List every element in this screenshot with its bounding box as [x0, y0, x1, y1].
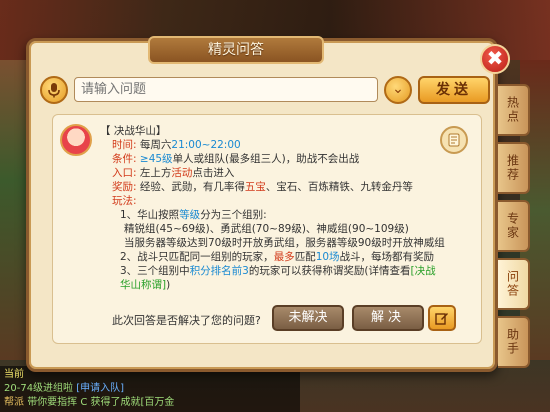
edit-feedback-button[interactable]: [428, 305, 456, 331]
chat-text: 带你要指挥 C 获得了成就[百万金: [27, 397, 175, 408]
dialog-title: 精灵问答: [148, 36, 324, 64]
close-button[interactable]: ✖: [480, 44, 510, 74]
answer-text: 【 决战华山】 时间: 每周六21:00~22:00 条件: ≥45级单人或组队…: [100, 124, 445, 292]
tab-expert[interactable]: 专家: [498, 200, 530, 252]
answer-groups: 精锐组(45~69级)、勇武组(70~89级)、神威组(90~109级): [124, 223, 409, 235]
tab-recommend[interactable]: 推荐: [498, 142, 530, 194]
document-button[interactable]: [440, 126, 468, 154]
chevron-down-icon: ⌄: [392, 81, 404, 97]
answer-rule-2: 2、战斗只匹配同一组别的玩家，最多匹配10场战斗，每场都有奖励: [120, 251, 435, 263]
answer-condition: 条件: ≥45级单人或组队(最多组三人)，助战不会出战: [112, 153, 360, 165]
chat-guild-tag: 帮派: [4, 397, 24, 408]
side-tab-bar: 热点 推荐 专家 问答 助手: [498, 84, 532, 374]
question-input[interactable]: [74, 77, 378, 102]
spirit-avatar: [60, 124, 92, 156]
answer-time: 时间: 每周六21:00~22:00: [112, 139, 241, 151]
answer-heading: 【 决战华山】: [100, 125, 167, 137]
answer-rule-1: 1、华山按照等级分为三个组别:: [120, 209, 267, 221]
chat-log[interactable]: 当前 20-74级进组啦 [申请入队] 帮派 带你要指挥 C 获得了成就[百万金: [0, 366, 300, 412]
answer-reward: 奖励: 经验、武勋，有几率得五宝、宝石、百炼精铁、九转金丹等: [112, 181, 413, 193]
feedback-question: 此次回答是否解决了您的问题?: [112, 314, 261, 327]
answer-gameplay-label: 玩法:: [112, 195, 137, 207]
close-icon: ✖: [486, 46, 504, 70]
chat-line: 20-74级进组啦 [申请入队]: [4, 382, 296, 396]
solved-button[interactable]: 解决: [352, 305, 424, 331]
chat-text: 20-74级进组啦: [4, 383, 74, 394]
tab-hot[interactable]: 热点: [498, 84, 530, 136]
answer-rule-3: 3、三个组别中积分排名前3的玩家可以获得称谓奖励(详情查看[决战华山称谓]): [120, 265, 436, 291]
send-button[interactable]: 发送: [418, 76, 490, 104]
history-dropdown-button[interactable]: ⌄: [384, 76, 412, 104]
tab-qa[interactable]: 问答: [498, 258, 530, 310]
chat-line: 帮派 带你要指挥 C 获得了成就[百万金: [4, 396, 296, 410]
answer-group-note: 当服务器等级达到70级时开放勇武组，服务器等级90级时开放神威组: [124, 237, 445, 249]
pencil-icon: [435, 313, 448, 325]
scroll-icon: [448, 133, 460, 147]
answer-entry: 入口: 左上方活动点击进入: [112, 167, 235, 179]
voice-input-button[interactable]: [40, 76, 68, 104]
chat-apply-link[interactable]: [申请入队]: [76, 383, 124, 394]
unsolved-button[interactable]: 未解决: [272, 305, 344, 331]
microphone-icon: [48, 83, 60, 98]
tab-assistant[interactable]: 助手: [498, 316, 530, 368]
